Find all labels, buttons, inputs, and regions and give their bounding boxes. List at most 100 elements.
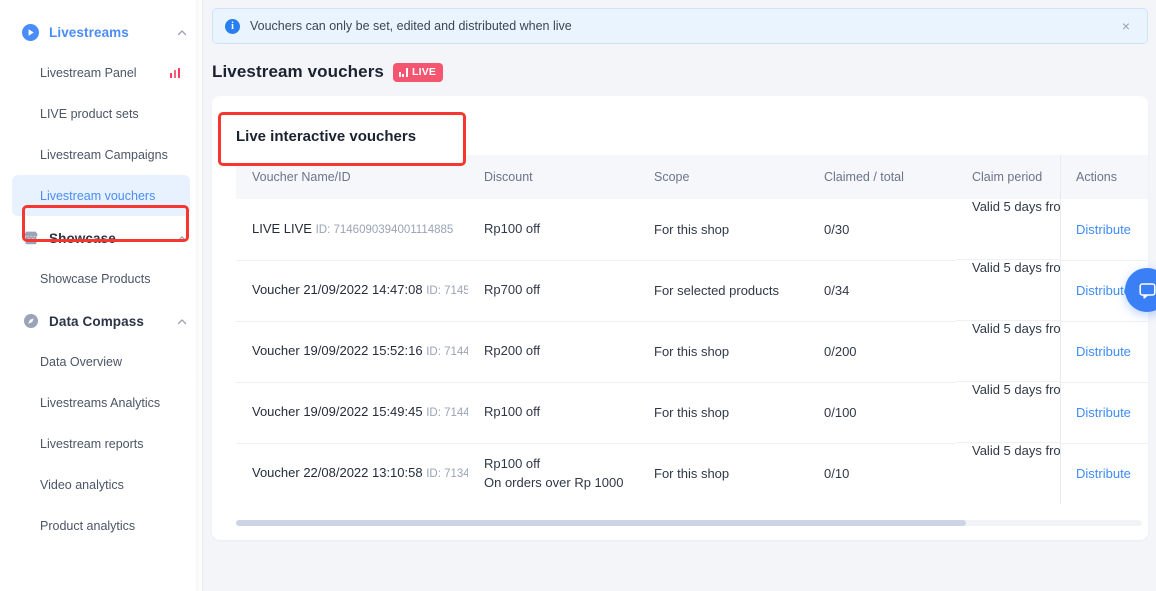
sidebar-item-label: Livestreams Analytics bbox=[40, 395, 161, 410]
column-header-actions[interactable]: Actions bbox=[1060, 155, 1148, 199]
cell-claimed-total: 0/100 bbox=[808, 382, 956, 444]
chevron-up-icon[interactable] bbox=[176, 232, 188, 244]
cell-scope: For this shop bbox=[654, 466, 730, 482]
cell-scope: For selected products bbox=[638, 260, 808, 322]
sidebar-item-livestream-reports[interactable]: Livestream reports bbox=[12, 423, 190, 464]
distribute-button[interactable]: Distribute bbox=[1076, 405, 1131, 420]
table-row[interactable]: Voucher 21/09/2022 14:47:08 ID: 71457032… bbox=[236, 260, 1148, 322]
info-circle-icon: i bbox=[225, 18, 240, 34]
table-header: Voucher Name/ID Discount Scope Claimed /… bbox=[236, 155, 1148, 199]
sidebar-item-data-overview[interactable]: Data Overview bbox=[12, 341, 190, 382]
sidebar-group-label: Showcase bbox=[49, 230, 116, 246]
voucher-name: LIVE LIVE bbox=[252, 220, 312, 236]
chevron-up-icon[interactable] bbox=[176, 315, 188, 327]
sidebar-item-livestream-panel[interactable]: Livestream Panel bbox=[12, 52, 190, 93]
cell-claim-period: Valid 5 days fro bbox=[956, 260, 1060, 321]
scrollbar-thumb[interactable] bbox=[236, 520, 966, 526]
sidebar-item-live-product-sets[interactable]: LIVE product sets bbox=[12, 93, 190, 134]
sidebar-item-label: Video analytics bbox=[40, 477, 124, 492]
sidebar-item-livestream-campaigns[interactable]: Livestream Campaigns bbox=[12, 134, 190, 175]
column-header-scope[interactable]: Scope bbox=[638, 155, 808, 199]
table-row[interactable]: Voucher 19/09/2022 15:52:16 ID: 71448981… bbox=[236, 321, 1148, 383]
voucher-id: ID: 7134566559791630085 bbox=[426, 468, 468, 481]
sidebar-group-header-data-compass[interactable]: Data Compass bbox=[0, 301, 202, 341]
sidebar-item-product-analytics[interactable]: Product analytics bbox=[12, 505, 190, 546]
column-header-claimed-total[interactable]: Claimed / total bbox=[808, 155, 956, 199]
play-circle-icon bbox=[22, 23, 39, 41]
sidebar-group-header-showcase[interactable]: Showcase bbox=[0, 218, 202, 258]
chat-bubble-icon bbox=[1138, 282, 1156, 299]
sidebar-item-livestream-vouchers[interactable]: Livestream vouchers bbox=[12, 175, 190, 216]
distribute-button[interactable]: Distribute bbox=[1076, 466, 1131, 481]
table-row[interactable]: Voucher 22/08/2022 13:10:58 ID: 71345665… bbox=[236, 443, 1148, 504]
sidebar-item-label: Livestream reports bbox=[40, 436, 144, 451]
cell-claimed-total: 0/10 bbox=[824, 466, 850, 482]
voucher-id: ID: 7145703255899850501 bbox=[426, 284, 468, 297]
chevron-up-icon[interactable] bbox=[176, 26, 188, 38]
distribute-button[interactable]: Distribute bbox=[1076, 283, 1131, 298]
sidebar-item-showcase-products[interactable]: Showcase Products bbox=[12, 258, 190, 299]
cell-scope: For this shop bbox=[638, 199, 808, 261]
distribute-button[interactable]: Distribute bbox=[1076, 344, 1131, 359]
sidebar-group-showcase: Showcase Showcase Products bbox=[0, 218, 202, 299]
close-icon[interactable]: × bbox=[1117, 17, 1135, 35]
vouchers-table-scroll[interactable]: Voucher Name/ID Discount Scope Claimed /… bbox=[236, 155, 1148, 504]
info-alert-banner: i Vouchers can only be set, edited and d… bbox=[212, 8, 1148, 44]
voucher-name: Voucher 21/09/2022 14:47:08 bbox=[252, 281, 423, 297]
horizontal-scrollbar[interactable] bbox=[236, 520, 1142, 526]
app-root: Livestreams Livestream Panel LIVE produc… bbox=[0, 0, 1156, 591]
column-header-voucher-name-id[interactable]: Voucher Name/ID bbox=[236, 155, 468, 199]
voucher-name: Voucher 22/08/2022 13:10:58 bbox=[252, 465, 423, 481]
compass-icon bbox=[22, 313, 39, 330]
cell-voucher-name-id: Voucher 22/08/2022 13:10:58 ID: 71345665… bbox=[236, 443, 468, 504]
cell-voucher-name-id: Voucher 19/09/2022 15:52:16 ID: 71448981… bbox=[236, 321, 468, 383]
sidebar-item-label: Data Overview bbox=[40, 354, 122, 369]
cell-claimed-total: 0/200 bbox=[808, 321, 956, 383]
voucher-name: Voucher 19/09/2022 15:49:45 bbox=[252, 403, 423, 419]
distribute-button[interactable]: Distribute bbox=[1076, 222, 1131, 237]
cell-actions: Distribute bbox=[1060, 199, 1148, 261]
sidebar-group-label: Livestreams bbox=[49, 24, 129, 40]
sidebar-item-livestreams-analytics[interactable]: Livestreams Analytics bbox=[12, 382, 190, 423]
cell-voucher-name-id: Voucher 19/09/2022 15:49:45 ID: 71448981… bbox=[236, 382, 468, 444]
cell-scope: For this shop bbox=[638, 321, 808, 383]
cell-discount: Rp200 off bbox=[468, 321, 638, 383]
live-bars-icon bbox=[398, 67, 408, 77]
alert-message: Vouchers can only be set, edited and dis… bbox=[250, 19, 572, 33]
cell-claim-period: Valid 5 days fro bbox=[956, 321, 1060, 382]
cell-claim-period: Valid 5 days fro bbox=[956, 382, 1060, 443]
cell-claim-period: Valid 5 days fro bbox=[956, 199, 1060, 260]
column-header-discount[interactable]: Discount bbox=[468, 155, 638, 199]
status-badge-live: LIVE bbox=[392, 62, 444, 82]
column-header-claim-period[interactable]: Claim period bbox=[956, 155, 1060, 199]
voucher-name: Voucher 19/09/2022 15:52:16 bbox=[252, 342, 423, 358]
cell-voucher-name-id: Voucher 21/09/2022 14:47:08 ID: 71457032… bbox=[236, 260, 468, 322]
voucher-id: ID: 7144898108160247557 bbox=[426, 345, 468, 358]
cell-actions: Distribute bbox=[1060, 382, 1148, 444]
annotation-card-title-text: Live interactive vouchers bbox=[236, 128, 417, 145]
table-row[interactable]: Voucher 19/09/2022 15:49:45 ID: 71448981… bbox=[236, 382, 1148, 444]
table-row[interactable]: LIVE LIVE ID: 7146090394001114885 Rp100 … bbox=[236, 199, 1148, 261]
sidebar-group-livestreams: Livestreams Livestream Panel LIVE produc… bbox=[0, 12, 202, 216]
sidebar-item-label: Product analytics bbox=[40, 518, 136, 533]
storefront-icon bbox=[22, 230, 39, 247]
discount-value: Rp100 off bbox=[484, 455, 541, 471]
cell-actions: Distribute bbox=[1060, 443, 1148, 504]
table-header-row: Voucher Name/ID Discount Scope Claimed /… bbox=[236, 155, 1148, 199]
sidebar-item-label: Showcase Products bbox=[40, 271, 151, 286]
sidebar-item-label: Livestream Campaigns bbox=[40, 147, 168, 162]
live-badge-label: LIVE bbox=[411, 66, 437, 78]
vouchers-table: Voucher Name/ID Discount Scope Claimed /… bbox=[236, 155, 1148, 504]
discount-value: Rp100 off bbox=[484, 220, 541, 236]
main-content: i Vouchers can only be set, edited and d… bbox=[202, 0, 1156, 591]
page-header: Livestream vouchers LIVE bbox=[212, 62, 1156, 82]
sidebar-item-video-analytics[interactable]: Video analytics bbox=[12, 464, 190, 505]
sidebar-group-label: Data Compass bbox=[49, 313, 144, 329]
sidebar-group-header-livestreams[interactable]: Livestreams bbox=[0, 12, 202, 52]
sidebar-group-data-compass: Data Compass Data Overview Livestreams A… bbox=[0, 301, 202, 546]
sidebar: Livestreams Livestream Panel LIVE produc… bbox=[0, 0, 202, 591]
cell-scope: For this shop bbox=[638, 382, 808, 444]
cell-actions: Distribute bbox=[1060, 321, 1148, 383]
cell-claim-period: Valid 5 days fro bbox=[972, 443, 1060, 458]
cell-discount: Rp100 off On orders over Rp 1000 bbox=[468, 443, 638, 504]
